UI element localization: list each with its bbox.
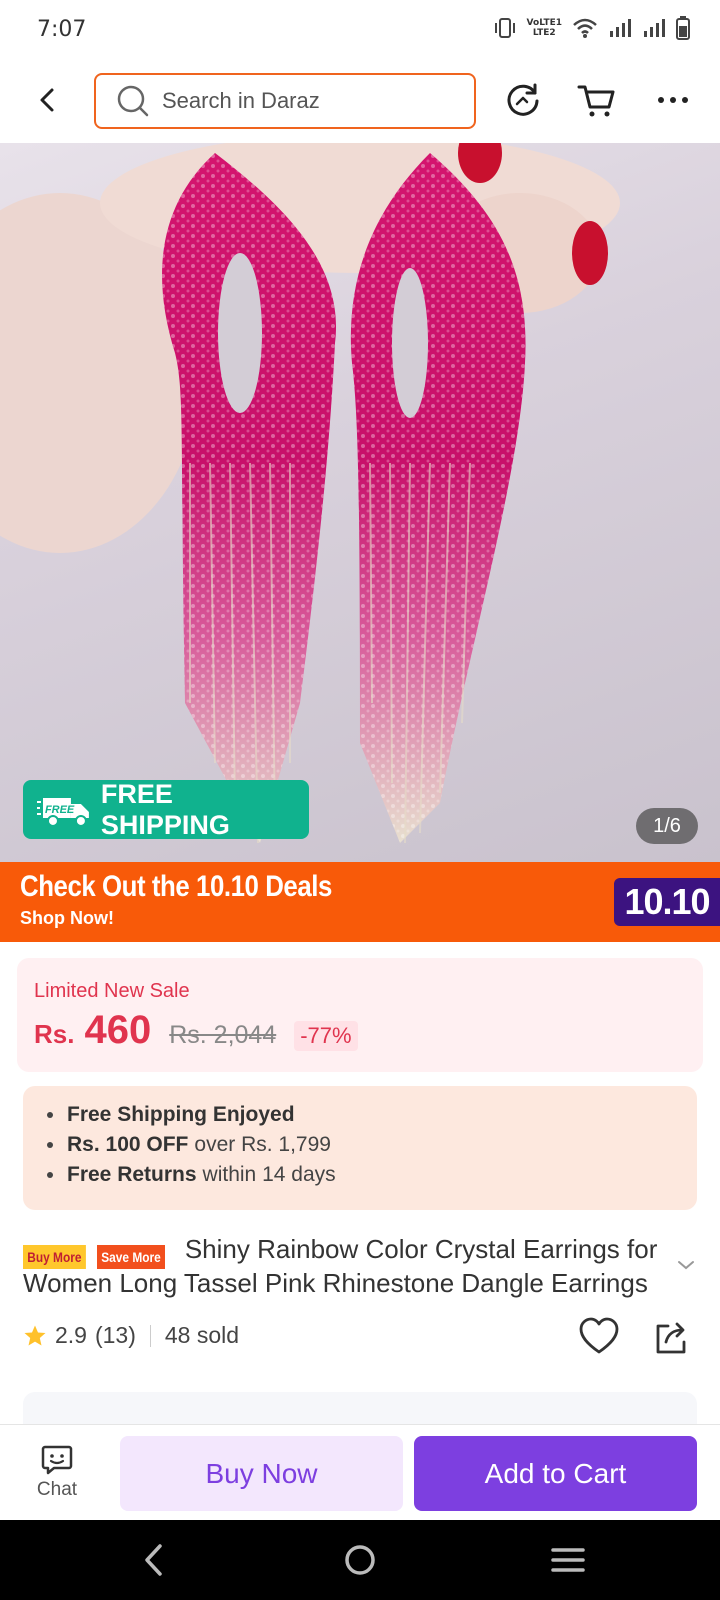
promo-badge: 10.10 [614,878,720,926]
cart-icon[interactable] [576,79,618,121]
benefit-bold: Free Returns [67,1163,197,1186]
rating-row[interactable]: 2.9 (13) 48 sold [23,1322,239,1349]
status-time: 7:07 [37,17,87,42]
benefits-panel[interactable]: Free Shipping Enjoyed Rs. 100 OFF over R… [23,1086,697,1210]
benefit-item: Free Returns within 14 days [47,1160,697,1190]
star-icon [24,1325,46,1345]
chat-icon [41,1445,73,1475]
status-bar: 7:07 VoLTE1 LTE2 [0,0,720,60]
signal-icon-1 [610,19,631,37]
vibrate-icon [494,18,515,38]
chat-button[interactable]: Chat [24,1443,90,1501]
promo-title: Check Out the 10.10 Deals [20,870,332,903]
original-price: Rs. 2,044 [169,1021,277,1049]
benefit-item: Rs. 100 OFF over Rs. 1,799 [47,1130,697,1160]
system-nav-bar [0,1520,720,1600]
promo-banner[interactable]: Check Out the 10.10 Deals Shop Now! 10.1… [0,862,720,942]
image-counter: 1/6 [636,808,698,844]
product-title-block[interactable]: Buy More Save More Shiny Rainbow Color Cry… [23,1232,683,1300]
badge-buy-more: Buy More [23,1245,86,1270]
sold-count: 48 sold [164,1322,240,1348]
current-price: 460 [84,1008,152,1052]
bullet-icon [47,1112,53,1118]
action-bar: Chat Buy Now Add to Cart [0,1424,720,1520]
buy-now-button[interactable]: Buy Now [120,1436,403,1511]
price-card: Limited New Sale Rs. 460 Rs. 2,044 -77% [17,958,703,1072]
status-icons: VoLTE1 LTE2 [493,16,690,40]
header [0,60,720,142]
search-box[interactable] [94,73,476,129]
bullet-icon [47,1142,53,1148]
search-input[interactable] [162,88,442,114]
benefit-item: Free Shipping Enjoyed [47,1100,697,1130]
lte-indicator: VoLTE1 LTE2 [527,18,562,38]
volte-label: VoLTE1 [526,18,562,28]
badge-save-more: Save More [96,1245,165,1270]
add-to-cart-button[interactable]: Add to Cart [414,1436,697,1511]
delivery-truck-icon: FREE [37,797,89,827]
signal-icon-2 [644,19,665,37]
price-currency: Rs. [34,1019,75,1049]
chevron-down-icon[interactable] [675,1258,697,1272]
price-row: Rs. 460 Rs. 2,044 -77% [34,1008,358,1053]
rating-count: (13) [94,1322,136,1348]
benefit-rest: over Rs. 1,799 [194,1133,331,1156]
lte2-label: LTE2 [532,28,556,38]
back-arrow-icon[interactable] [30,82,66,118]
refresh-icon[interactable] [502,79,544,121]
wifi-icon [573,18,597,38]
buy-more-save-more-badge: Buy More Save More [23,1236,177,1270]
product-photo-illustration [0,143,620,844]
free-shipping-label: FREE SHIPPING [100,778,230,840]
promo-subtitle: Shop Now! [20,908,114,928]
battery-icon [676,16,690,40]
chat-label: Chat [36,1479,78,1500]
benefit-bold: Rs. 100 OFF [67,1133,189,1156]
free-shipping-badge: FREE FREE SHIPPING [23,778,309,840]
rating-score: 2.9 [55,1322,87,1348]
product-page: 7:07 VoLTE1 LTE2 Search in Daraz FREE FR… [0,0,720,1600]
free-tag-text: FREE [45,803,75,815]
search-icon [117,85,149,117]
heart-icon[interactable] [578,1316,620,1356]
share-icon[interactable] [652,1318,690,1356]
divider [149,1324,151,1347]
nav-home-icon[interactable] [340,1540,380,1580]
benefit-rest: within 14 days [202,1163,336,1186]
product-title: Buy More Save More Shiny Rainbow Color Cry… [23,1232,663,1300]
sale-label: Limited New Sale [34,980,190,1002]
nav-recents-icon[interactable] [548,1540,588,1580]
more-options-icon[interactable] [652,79,694,121]
nav-back-icon[interactable] [135,1540,175,1580]
benefit-bold: Free Shipping Enjoyed [67,1103,295,1126]
bullet-icon [47,1172,53,1178]
product-image[interactable] [0,143,720,862]
discount-badge: -77% [294,1021,358,1051]
